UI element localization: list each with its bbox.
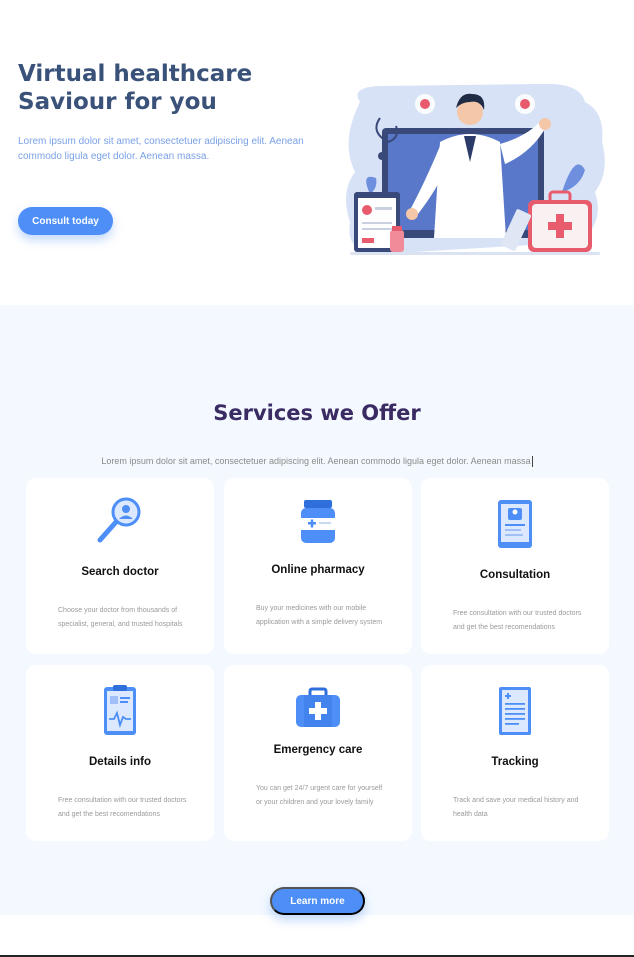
service-card-title: Consultation [479,569,551,581]
services-subtitle-text: Lorem ipsum dolor sit amet, consectetuer… [101,456,531,466]
service-card-title: Emergency care [273,744,363,756]
services-section: Services we Offer Lorem ipsum dolor sit … [0,305,634,915]
service-card-title: Tracking [491,756,539,768]
service-card-title: Search doctor [81,566,159,578]
text-cursor [531,456,533,468]
service-card-emergency-care[interactable]: Emergency care You can get 24/7 urgent c… [224,665,412,841]
service-card-desc: Free consultation with our trusted docto… [453,610,582,631]
doctor-telehealth-illustration [346,83,605,255]
consult-today-button[interactable]: Consult today [18,207,113,235]
first-aid-kit-icon [296,687,340,727]
service-card-online-pharmacy[interactable]: Online pharmacy Buy your medicines with … [224,478,412,654]
hero-section: Virtual healthcare Saviour for you Lorem… [0,0,634,305]
service-card-title: Online pharmacy [271,564,365,576]
medicine-bottle-icon [301,500,335,543]
page: Virtual healthcare Saviour for you Lorem… [0,0,634,957]
service-card-desc: Track and save your medical history and … [453,797,579,818]
service-card-desc: You can get 24/7 urgent care for yoursel… [256,785,383,806]
service-card-title: Details info [89,756,151,768]
service-card-consultation[interactable]: Consultation Free consultation with our … [421,478,609,654]
hero-subtitle: Lorem ipsum dolor sit amet, consectetuer… [18,136,304,162]
tablet-doctor-icon [498,500,532,548]
magnifier-doctor-icon [97,497,141,543]
service-card-desc: Free consultation with our trusted docto… [58,797,187,818]
medical-report-icon [499,687,531,735]
service-card-tracking[interactable]: Tracking Track and save your medical his… [421,665,609,841]
service-card-details-info[interactable]: Details info Free consultation with our … [26,665,214,841]
learn-more-button[interactable]: Learn more [270,887,365,915]
service-card-search-doctor[interactable]: Search doctor Choose your doctor from th… [26,478,214,654]
service-card-desc: Buy your medicines with our mobile appli… [256,605,383,626]
service-card-desc: Choose your doctor from thousands of spe… [58,607,183,628]
clipboard-heartbeat-icon [104,685,136,735]
services-subtitle: Lorem ipsum dolor sit amet, consectetuer… [0,456,634,468]
hero-title: Virtual healthcare Saviour for you [18,61,253,115]
services-title: Services we Offer [213,401,421,425]
